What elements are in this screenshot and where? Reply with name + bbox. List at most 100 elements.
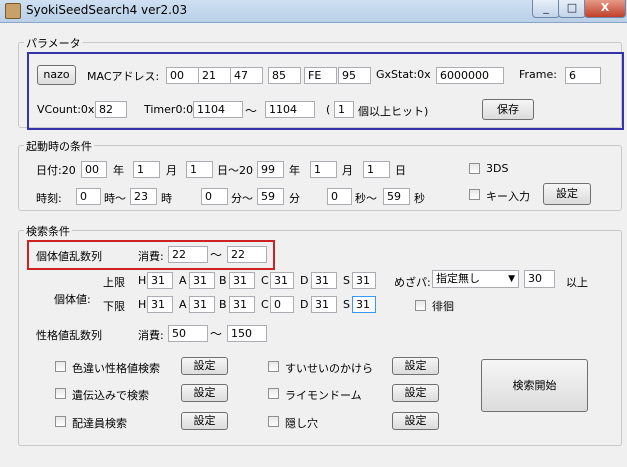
lower-h-label: H <box>138 298 147 311</box>
day-label-2: 日 <box>395 164 406 177</box>
hour-range-label: 時～ <box>104 192 126 205</box>
hit-open-paren: ( <box>326 103 331 116</box>
hidden-power-select[interactable]: 指定無し ▼ <box>432 270 519 288</box>
nature-consume-from[interactable]: 50 <box>168 325 208 342</box>
upper-s-field[interactable]: 31 <box>352 272 376 289</box>
save-button[interactable]: 保存 <box>482 99 534 120</box>
upper-s-label: S <box>343 274 350 287</box>
month-to-field[interactable]: 1 <box>310 161 337 178</box>
roaming-label: 徘徊 <box>432 300 454 313</box>
nimbasa-dome-settings-button[interactable]: 設定 <box>392 384 439 402</box>
timer-tilde: ～ <box>245 104 258 118</box>
upper-h-field[interactable]: 31 <box>147 272 173 289</box>
frame-label: Frame: <box>519 68 557 81</box>
key-input-checkbox[interactable] <box>469 189 480 200</box>
delivery-label: 配達員検索 <box>72 417 127 430</box>
lower-c-field[interactable]: 0 <box>270 296 294 313</box>
mac-field-4[interactable]: 85 <box>268 67 301 84</box>
year-label: 年 <box>113 164 124 177</box>
minute-range-label: 分～ <box>231 192 253 205</box>
day-from-field[interactable]: 1 <box>186 161 213 178</box>
gxstat-field[interactable]: 6000000 <box>436 67 504 84</box>
lower-b-field[interactable]: 31 <box>229 296 255 313</box>
minute-from-field[interactable]: 0 <box>201 188 228 205</box>
key-input-label: キー入力 <box>486 190 530 203</box>
lower-d-field[interactable]: 31 <box>311 296 337 313</box>
second-to-field[interactable]: 59 <box>383 188 410 205</box>
vcount-field[interactable]: 82 <box>95 101 127 118</box>
hidden-hollow-checkbox[interactable] <box>268 416 279 427</box>
inherit-label: 遺伝込みで検索 <box>72 389 149 402</box>
chevron-down-icon: ▼ <box>508 274 515 284</box>
year-from-field[interactable]: 00 <box>81 161 107 178</box>
mac-field-6[interactable]: 95 <box>338 67 371 84</box>
key-settings-button[interactable]: 設定 <box>543 183 591 205</box>
mac-field-2[interactable]: 21 <box>198 67 231 84</box>
3ds-label: 3DS <box>486 162 509 175</box>
lower-a-label: A <box>179 298 187 311</box>
mac-field-3[interactable]: 47 <box>230 67 263 84</box>
time-label: 時刻: <box>36 192 62 205</box>
nazo-button[interactable]: nazo <box>37 65 76 85</box>
delivery-checkbox[interactable] <box>55 416 66 427</box>
second-from-field[interactable]: 0 <box>327 188 352 205</box>
hit-count-field[interactable]: 1 <box>334 101 354 118</box>
shiny-nature-settings-button[interactable]: 設定 <box>181 357 228 375</box>
mac-label: MACアドレス: <box>87 70 160 83</box>
3ds-checkbox[interactable] <box>469 163 480 174</box>
day-range-label: 日～20 <box>217 164 253 177</box>
upper-a-field[interactable]: 31 <box>189 272 215 289</box>
comet-shard-checkbox[interactable] <box>268 361 279 372</box>
lower-h-field[interactable]: 31 <box>147 296 173 313</box>
lower-d-label: D <box>300 298 309 311</box>
lower-c-label: C <box>261 298 269 311</box>
comet-shard-label: すいせいのかけら <box>285 362 373 375</box>
iv-consume-to[interactable]: 22 <box>227 246 267 263</box>
nature-tilde: ～ <box>210 327 223 341</box>
year-to-field[interactable]: 99 <box>257 161 284 178</box>
hidden-power-select-value: 指定無し <box>436 272 480 285</box>
lower-a-field[interactable]: 31 <box>189 296 215 313</box>
lower-s-field[interactable]: 31 <box>352 296 376 313</box>
lower-label: 下限 <box>103 300 125 313</box>
hidden-power-label: めざパ: <box>394 276 431 289</box>
day-to-field[interactable]: 1 <box>363 161 390 178</box>
nature-consume-to[interactable]: 150 <box>227 325 267 342</box>
second-label: 秒 <box>414 192 425 205</box>
inherit-settings-button[interactable]: 設定 <box>181 384 228 402</box>
mac-field-5[interactable]: FE <box>304 67 337 84</box>
hour-from-field[interactable]: 0 <box>76 188 101 205</box>
frame-field[interactable]: 6 <box>565 67 601 84</box>
upper-c-label: C <box>261 274 269 287</box>
upper-a-label: A <box>179 274 187 287</box>
app-icon <box>5 3 21 19</box>
roaming-checkbox[interactable] <box>415 300 426 311</box>
start-search-button[interactable]: 検索開始 <box>481 359 588 412</box>
upper-b-field[interactable]: 31 <box>229 272 255 289</box>
shiny-nature-checkbox[interactable] <box>55 361 66 372</box>
timer-from-field[interactable]: 1104 <box>193 101 243 118</box>
comet-shard-settings-button[interactable]: 設定 <box>392 357 439 375</box>
hit-label: 個以上ヒット) <box>358 105 429 118</box>
month-from-field[interactable]: 1 <box>133 161 160 178</box>
vcount-label: VCount:0x <box>37 103 95 116</box>
close-button[interactable]: X <box>584 0 626 18</box>
nimbasa-dome-checkbox[interactable] <box>268 388 279 399</box>
inherit-checkbox[interactable] <box>55 388 66 399</box>
hidden-hollow-label: 隠し穴 <box>285 417 318 430</box>
minute-to-field[interactable]: 59 <box>257 188 284 205</box>
hidden-hollow-settings-button[interactable]: 設定 <box>392 412 439 430</box>
timer-to-field[interactable]: 1104 <box>265 101 315 118</box>
upper-d-field[interactable]: 31 <box>311 272 337 289</box>
minimize-button[interactable]: _ <box>532 0 560 18</box>
hidden-power-field[interactable]: 30 <box>524 270 555 288</box>
iv-label: 個体値: <box>54 293 91 306</box>
mac-field-1[interactable]: 00 <box>166 67 199 84</box>
maximize-button[interactable]: □ <box>558 0 586 18</box>
iv-consume-from[interactable]: 22 <box>168 246 208 263</box>
hour-to-field[interactable]: 23 <box>130 188 157 205</box>
delivery-settings-button[interactable]: 設定 <box>181 412 228 430</box>
upper-c-field[interactable]: 31 <box>270 272 294 289</box>
params-group-title: パラメータ <box>24 35 83 51</box>
hidden-power-above-label: 以上 <box>566 276 588 289</box>
